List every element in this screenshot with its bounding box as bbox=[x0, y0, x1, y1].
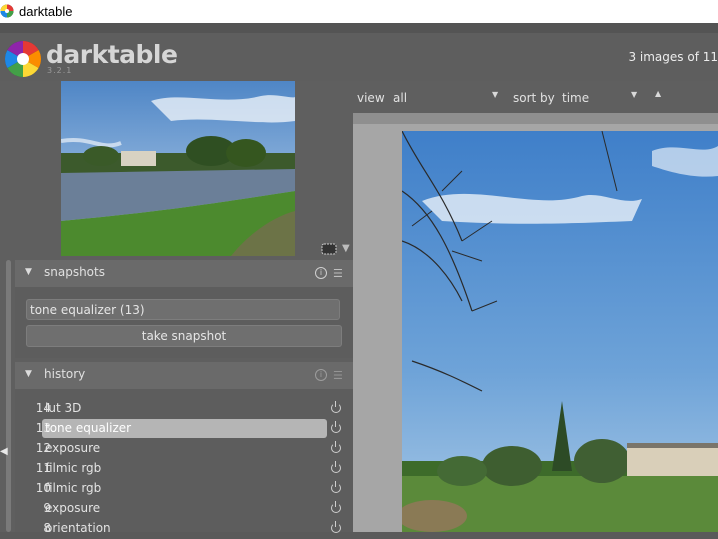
brand-name: darktable bbox=[46, 40, 178, 69]
display-options-icon[interactable] bbox=[321, 243, 337, 255]
sort-label: sort by bbox=[513, 91, 555, 105]
snapshots-module-body bbox=[15, 287, 353, 358]
power-icon[interactable] bbox=[331, 461, 341, 473]
power-icon[interactable] bbox=[331, 441, 341, 453]
darktable-icon bbox=[0, 4, 14, 18]
history-item[interactable]: 11 filmic rgb bbox=[15, 459, 353, 479]
power-icon[interactable] bbox=[331, 401, 341, 413]
collapse-left-panel-arrow-icon[interactable]: ◀ bbox=[0, 446, 8, 457]
history-item[interactable]: 14 lut 3D bbox=[15, 399, 353, 419]
expand-triangle-icon: ▼ bbox=[25, 267, 32, 277]
history-item-label: filmic rgb bbox=[45, 481, 102, 495]
history-item-label: exposure bbox=[45, 441, 101, 455]
power-icon[interactable] bbox=[331, 421, 341, 433]
info-icon[interactable]: i bbox=[315, 369, 327, 381]
top-toolbar: view all ▼ sort by time ▼ ▲ bbox=[353, 81, 718, 113]
take-snapshot-button[interactable]: take snapshot bbox=[26, 325, 342, 347]
version-label: 3.2.1 bbox=[47, 66, 73, 75]
view-select[interactable]: all bbox=[393, 91, 407, 105]
chevron-down-icon[interactable]: ▼ bbox=[492, 90, 498, 99]
snapshots-module-header[interactable]: ▼ snapshots i ☰ bbox=[15, 260, 353, 287]
snapshots-title: snapshots bbox=[44, 265, 105, 279]
history-module-header[interactable]: ▼ history i ☰ bbox=[15, 362, 353, 389]
power-icon[interactable] bbox=[331, 501, 341, 513]
main-image[interactable] bbox=[402, 131, 718, 532]
info-icon[interactable]: i bbox=[315, 267, 327, 279]
hamburger-icon[interactable]: ☰ bbox=[333, 267, 343, 280]
left-panel-scrollbar[interactable] bbox=[6, 260, 11, 532]
sort-select[interactable]: time bbox=[562, 91, 589, 105]
image-count: 3 images of 11 bbox=[628, 50, 718, 64]
history-item[interactable]: 9 exposure bbox=[15, 499, 353, 519]
history-item[interactable]: 8 orientation bbox=[15, 519, 353, 539]
sort-up-icon[interactable]: ▲ bbox=[655, 89, 661, 98]
history-item-label: tone equalizer bbox=[45, 421, 132, 435]
hamburger-icon[interactable]: ☰ bbox=[333, 369, 343, 382]
history-item[interactable]: 10 filmic rgb bbox=[15, 479, 353, 499]
history-item-label: exposure bbox=[45, 501, 101, 515]
center-view-border bbox=[353, 113, 718, 124]
expand-triangle-icon: ▼ bbox=[25, 369, 32, 379]
chevron-down-icon[interactable]: ▼ bbox=[631, 90, 637, 99]
history-item-selected[interactable]: 13 tone equalizer bbox=[15, 419, 353, 439]
window-title: darktable bbox=[19, 4, 73, 19]
navigation-preview[interactable] bbox=[61, 81, 295, 256]
history-item-label: orientation bbox=[45, 521, 111, 535]
history-item-label: filmic rgb bbox=[45, 461, 102, 475]
history-title: history bbox=[44, 367, 86, 381]
view-label: view bbox=[357, 91, 385, 105]
window-titlebar: darktable bbox=[0, 0, 718, 23]
history-item[interactable]: 12 exposure bbox=[15, 439, 353, 459]
chevron-down-icon[interactable]: ▼ bbox=[342, 243, 350, 254]
power-icon[interactable] bbox=[331, 481, 341, 493]
snapshot-entry[interactable]: tone equalizer (13) bbox=[26, 299, 340, 320]
history-item-label: lut 3D bbox=[45, 401, 82, 415]
darktable-logo-icon bbox=[4, 40, 42, 78]
